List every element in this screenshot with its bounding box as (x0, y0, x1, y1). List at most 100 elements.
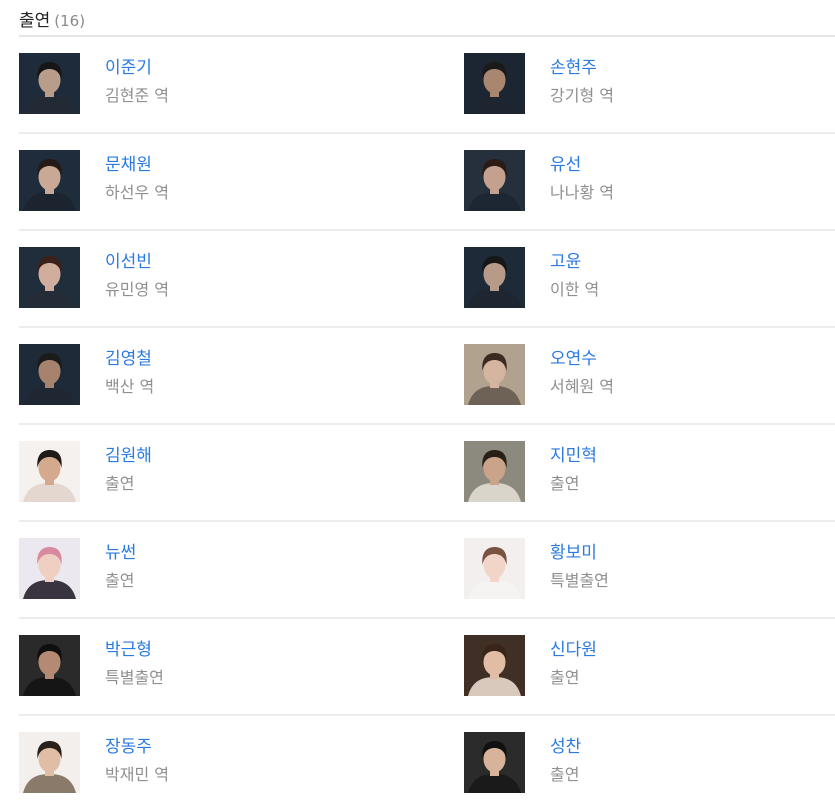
cast-row: 뉴썬 출연 황보미특별출연 (19, 522, 835, 619)
portrait-graphic (464, 247, 525, 308)
cast-role: 출연 (550, 668, 580, 687)
cast-info: 김원해출연 (105, 441, 152, 503)
portrait-graphic (464, 732, 525, 793)
cast-item: 장동주박재민 역 (19, 732, 169, 794)
portrait-graphic (19, 538, 80, 599)
cast-info: 유선나나황 역 (550, 150, 614, 212)
cast-info: 오연수서혜원 역 (550, 344, 614, 406)
cast-photo[interactable] (19, 538, 80, 599)
cast-item: 고윤이한 역 (464, 247, 599, 309)
cast-role: 나나황 역 (550, 183, 614, 202)
cast-info: 뉴썬 출연 (105, 538, 136, 600)
cast-photo[interactable] (19, 247, 80, 308)
cast-photo[interactable] (464, 247, 525, 308)
cast-photo[interactable] (464, 538, 525, 599)
cast-role: 백산 역 (105, 377, 155, 396)
cast-photo[interactable] (19, 732, 80, 793)
cast-info: 박근형 특별출연 (105, 635, 164, 697)
cast-photo[interactable] (19, 53, 80, 114)
portrait-graphic (19, 150, 80, 211)
cast-item: 뉴썬 출연 (19, 538, 136, 600)
cast-info: 김영철백산 역 (105, 344, 154, 406)
cast-row: 김원해출연 지민혁 출연 (19, 425, 835, 522)
cast-name-link[interactable]: 성찬 (550, 735, 581, 759)
cast-photo[interactable] (19, 344, 80, 405)
cast-role: 서혜원 역 (550, 377, 614, 396)
cast-role: 출연 (550, 765, 580, 784)
portrait-graphic (464, 53, 525, 114)
portrait-graphic (19, 53, 80, 114)
cast-photo[interactable] (464, 732, 525, 793)
cast-role: 이한 역 (550, 280, 600, 299)
cast-photo[interactable] (464, 344, 525, 405)
cast-role: 특별출연 (550, 571, 609, 590)
cast-info: 이준기 김현준 역 (105, 53, 169, 115)
cast-item: 신다원출연 (464, 635, 597, 697)
cast-item: 박근형 특별출연 (19, 635, 164, 697)
cast-info: 장동주박재민 역 (105, 732, 169, 794)
cast-photo[interactable] (464, 53, 525, 114)
section-header: 출연 (16) (19, 6, 85, 32)
cast-role: 유민영 역 (105, 280, 169, 299)
cast-item: 김영철백산 역 (19, 344, 154, 406)
cast-name-link[interactable]: 고윤 (550, 250, 599, 274)
portrait-graphic (464, 635, 525, 696)
cast-info: 지민혁 출연 (550, 441, 597, 503)
section-title: 출연 (19, 11, 51, 31)
cast-count: (16) (54, 12, 86, 30)
cast-item: 이준기 김현준 역 (19, 53, 169, 115)
cast-name-link[interactable]: 문채원 (105, 153, 169, 177)
cast-item: 황보미특별출연 (464, 538, 609, 600)
cast-photo[interactable] (19, 635, 80, 696)
cast-item: 이선빈유민영 역 (19, 247, 169, 309)
cast-role: 박재민 역 (105, 765, 169, 784)
cast-name-link[interactable]: 이준기 (105, 56, 169, 80)
cast-name-link[interactable]: 유선 (550, 153, 614, 177)
cast-photo[interactable] (464, 441, 525, 502)
cast-name-link[interactable]: 김원해 (105, 444, 152, 468)
cast-info: 이선빈유민영 역 (105, 247, 169, 309)
cast-info: 손현주강기형 역 (550, 53, 614, 115)
cast-name-link[interactable]: 황보미 (550, 541, 609, 565)
cast-item: 유선나나황 역 (464, 150, 614, 212)
cast-item: 문채원하선우 역 (19, 150, 169, 212)
portrait-graphic (464, 538, 525, 599)
cast-name-link[interactable]: 신다원 (550, 638, 597, 662)
cast-row: 김영철백산 역 오연수서혜원 역 (19, 328, 835, 425)
cast-role: 하선우 역 (105, 183, 169, 202)
portrait-graphic (19, 344, 80, 405)
cast-info: 성찬출연 (550, 732, 581, 794)
cast-photo[interactable] (464, 150, 525, 211)
cast-row: 박근형 특별출연 신다원출연 (19, 619, 835, 716)
cast-role: 출연 (105, 474, 135, 493)
cast-photo[interactable] (19, 441, 80, 502)
portrait-graphic (19, 732, 80, 793)
cast-photo[interactable] (464, 635, 525, 696)
portrait-graphic (19, 247, 80, 308)
cast-name-link[interactable]: 오연수 (550, 347, 614, 371)
cast-name-link[interactable]: 이선빈 (105, 250, 169, 274)
cast-row: 문채원하선우 역 유선나나황 역 (19, 134, 835, 231)
cast-row: 장동주박재민 역 성찬출연 (19, 716, 835, 811)
cast-role: 강기형 역 (550, 86, 614, 105)
cast-name-link[interactable]: 장동주 (105, 735, 169, 759)
cast-info: 신다원출연 (550, 635, 597, 697)
portrait-graphic (464, 441, 525, 502)
cast-name-link[interactable]: 지민혁 (550, 444, 597, 468)
cast-item: 오연수서혜원 역 (464, 344, 614, 406)
cast-name-link[interactable]: 박근형 (105, 638, 164, 662)
cast-item: 지민혁 출연 (464, 441, 597, 503)
portrait-graphic (19, 441, 80, 502)
cast-item: 김원해출연 (19, 441, 152, 503)
cast-name-link[interactable]: 김영철 (105, 347, 154, 371)
cast-photo[interactable] (19, 150, 80, 211)
cast-info: 고윤이한 역 (550, 247, 599, 309)
cast-list: 이준기 김현준 역 손현주강기형 역문채원하선우 역 유선나나황 역이선빈유민영 역 고… (19, 37, 835, 811)
cast-row: 이선빈유민영 역 고윤이한 역 (19, 231, 835, 328)
cast-name-link[interactable]: 뉴썬 (105, 541, 136, 565)
cast-info: 황보미특별출연 (550, 538, 609, 600)
portrait-graphic (464, 150, 525, 211)
cast-name-link[interactable]: 손현주 (550, 56, 614, 80)
cast-row: 이준기 김현준 역 손현주강기형 역 (19, 37, 835, 134)
cast-section: 출연 (16) 이준기 김현준 역 손현주 강기형 역 문채원 하선우 역 유선 나나황 역이… (0, 0, 835, 801)
